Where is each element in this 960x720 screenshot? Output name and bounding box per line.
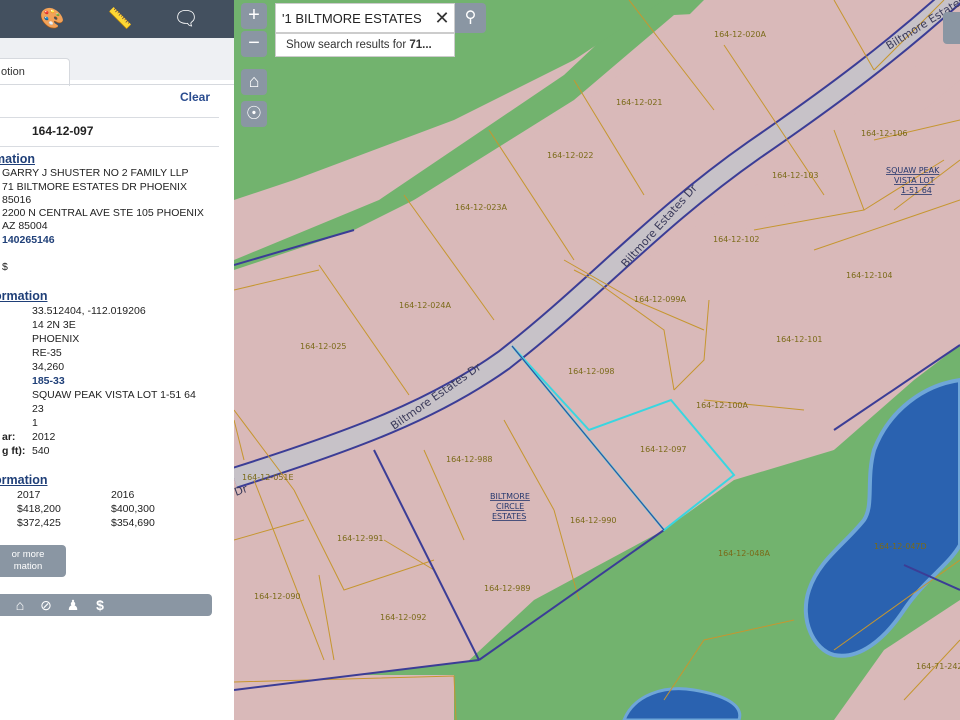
map-canvas[interactable]: Biltmore Estates Dr Biltmore Estates Dr …	[234, 0, 960, 720]
sqft-value: 540	[32, 445, 50, 457]
parcel-label[interactable]: 164-12-025	[300, 342, 347, 351]
search-button[interactable]: ⚲	[455, 3, 486, 33]
property-info-panel: 🎨 📏 🗨 otion Clear 164-12-097 mation GARR…	[0, 0, 235, 720]
zoom-out-button[interactable]: −	[241, 31, 267, 57]
subdivision-label-biltmore-2: CIRCLE	[496, 502, 524, 511]
subdivision-label-squaw-3: 1-51 64	[901, 186, 932, 195]
suggestion-text: Show search results for	[286, 39, 410, 51]
owner-name: GARRY J SHUSTER NO 2 FAMILY LLP	[2, 167, 189, 179]
parcel-label[interactable]: 164-12-104	[846, 271, 893, 280]
divider	[0, 146, 219, 147]
property-address-line1: 71 BILTMORE ESTATES DR PHOENIX	[2, 181, 187, 193]
parcel-label[interactable]: 164-12-101	[776, 335, 823, 344]
locate-icon: ☉	[245, 103, 263, 123]
parcel-label[interactable]: 164-12-090	[254, 592, 301, 601]
zoning-value: RE-35	[32, 347, 62, 359]
more-information-button[interactable]: or more mation	[0, 545, 66, 577]
parcel-label[interactable]: 164-12-051E	[242, 473, 294, 482]
divider	[0, 117, 219, 118]
valuation-lpv-b: $354,690	[111, 517, 155, 529]
tab-divider	[0, 84, 234, 85]
parcel-label[interactable]: 164-12-098	[568, 367, 615, 376]
valuation-lpv-a: $372,425	[17, 517, 61, 529]
comment-icon[interactable]: 🗨	[172, 6, 200, 32]
parcel-label[interactable]: 164-12-991	[337, 534, 384, 543]
ruler-icon[interactable]: 📏	[106, 6, 134, 32]
valuation-fcv-a: $418,200	[17, 503, 61, 515]
parcel-label[interactable]: 164-12-024A	[399, 301, 451, 310]
sale-price: $	[2, 261, 8, 273]
owner-section-heading[interactable]: mation	[0, 152, 35, 166]
suggestion-query: 71...	[409, 39, 432, 51]
valuation-year-b: 2016	[111, 489, 135, 501]
parcel-label[interactable]: 164-12-106	[861, 129, 908, 138]
township-value: 14 2N 3E	[32, 319, 76, 331]
home-icon: ⌂	[248, 71, 260, 91]
parcel-label[interactable]: 164-12-047D	[874, 542, 927, 551]
valuation-fcv-b: $400,300	[111, 503, 155, 515]
search-box: ✕	[275, 3, 455, 33]
lot-size-value: 34,260	[32, 361, 65, 373]
jurisdiction-value: PHOENIX	[32, 333, 80, 345]
parcel-label[interactable]: 164-12-102	[713, 235, 760, 244]
no-signal-icon[interactable]: ⊘	[36, 596, 56, 614]
person-pin-icon[interactable]: ♟	[63, 596, 83, 614]
year-label: ar:	[2, 431, 16, 443]
home-icon[interactable]: ⌂	[10, 596, 30, 614]
palette-icon[interactable]: 🎨	[38, 6, 66, 32]
search-suggestion[interactable]: Show search results for 71...	[275, 33, 455, 57]
parcel-label[interactable]: 164-12-988	[446, 455, 493, 464]
mailing-address-line1: 2200 N CENTRAL AVE STE 105 PHOENIX	[2, 207, 204, 219]
subdivision-label-biltmore-1: BILTMORE	[490, 492, 530, 501]
zoom-in-button[interactable]: +	[241, 3, 267, 29]
mcr-link[interactable]: 185-33	[32, 375, 65, 387]
parcel-label[interactable]: 164-12-020A	[714, 30, 766, 39]
parcel-label[interactable]: 164-12-100A	[696, 401, 748, 410]
tract-value: 1	[32, 417, 38, 429]
sqft-label: g ft):	[2, 445, 26, 457]
valuation-section-heading[interactable]: ormation	[0, 473, 47, 487]
property-section-heading[interactable]: ormation	[0, 289, 47, 303]
parcel-label[interactable]: 164-12-990	[570, 516, 617, 525]
search-input[interactable]	[278, 4, 438, 32]
action-icon-bar: ⌂ ⊘ ♟ $	[0, 594, 212, 616]
parcel-label[interactable]: 164-12-022	[547, 151, 594, 160]
parcel-label[interactable]: 164-12-092	[380, 613, 427, 622]
search-icon: ⚲	[464, 9, 477, 26]
subdivision-value: SQUAW PEAK VISTA LOT 1-51 64	[32, 389, 196, 401]
valuation-year-a: 2017	[17, 489, 41, 501]
mailing-address-line2: AZ 85004	[2, 220, 48, 232]
parcel-label[interactable]: 164-12-989	[484, 584, 531, 593]
parcel-label[interactable]: 164-12-023A	[455, 203, 507, 212]
lot-value: 23	[32, 403, 44, 415]
locate-button[interactable]: ☉	[241, 101, 267, 127]
subdivision-label-biltmore-3: ESTATES	[492, 512, 526, 521]
tab-information[interactable]: otion	[0, 58, 70, 86]
year-value: 2012	[32, 431, 56, 443]
dollar-icon[interactable]: $	[90, 596, 110, 614]
more-information-label: or more mation	[11, 549, 45, 572]
subdivision-label-squaw-1: SQUAW PEAK	[886, 166, 940, 175]
parcel-label[interactable]: 164-12-048A	[718, 549, 770, 558]
map-corner-button[interactable]	[943, 12, 960, 44]
parcel-label[interactable]: 164-71-242	[916, 662, 960, 671]
close-icon[interactable]: ✕	[432, 6, 452, 30]
subdivision-label-squaw-2: VISTA LOT	[894, 176, 935, 185]
clear-button[interactable]: Clear	[180, 90, 210, 104]
property-address-line2: 85016	[2, 194, 32, 206]
panel-toolbar: 🎨 📏 🗨	[0, 0, 234, 38]
parcel-number: 164-12-097	[32, 124, 94, 138]
deed-number-link[interactable]: 140265146	[2, 234, 55, 246]
lat-long-value: 33.512404, -112.019206	[32, 305, 146, 317]
parcel-map[interactable]: Biltmore Estates Dr Biltmore Estates Dr …	[234, 0, 960, 720]
parcel-label[interactable]: 164-12-097	[640, 445, 687, 454]
parcel-label[interactable]: 164-12-021	[616, 98, 663, 107]
parcel-label[interactable]: 164-12-099A	[634, 295, 686, 304]
parcel-label[interactable]: 164-12-103	[772, 171, 819, 180]
parcel-area-southwest	[234, 675, 454, 720]
home-extent-button[interactable]: ⌂	[241, 69, 267, 95]
